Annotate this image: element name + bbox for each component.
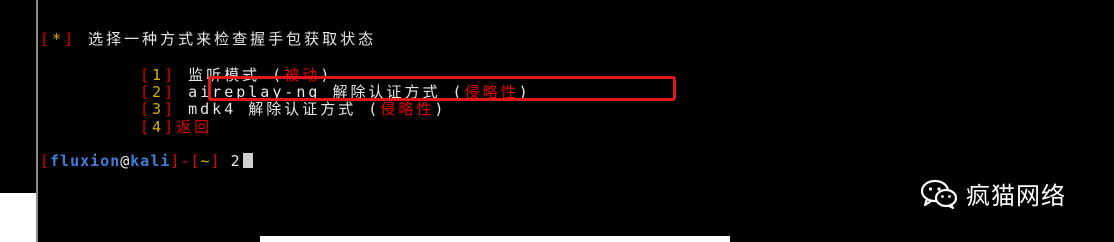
text-cursor [242, 153, 253, 168]
prompt-user: fluxion [50, 152, 121, 170]
option-4: [4]返回 [140, 118, 213, 136]
wechat-icon [920, 179, 958, 209]
prompt-host: kali [130, 152, 171, 170]
highlight-box [208, 76, 676, 101]
header-line: [*] 选择一种方式来检查握手包获取状态 [40, 30, 377, 48]
watermark-text: 疯猫网络 [966, 182, 1066, 210]
bottom-edge [260, 236, 730, 242]
shell-prompt[interactable]: [fluxion@kali]-[~] 2 [40, 152, 253, 170]
watermark: 疯猫网络 [920, 176, 1066, 211]
left-white-block [0, 193, 38, 242]
prompt-dir: ~ [200, 152, 211, 170]
prompt-input: 2 [230, 152, 241, 170]
option-3: [3] mdk4 解除认证方式 (侵略性) [140, 100, 447, 118]
